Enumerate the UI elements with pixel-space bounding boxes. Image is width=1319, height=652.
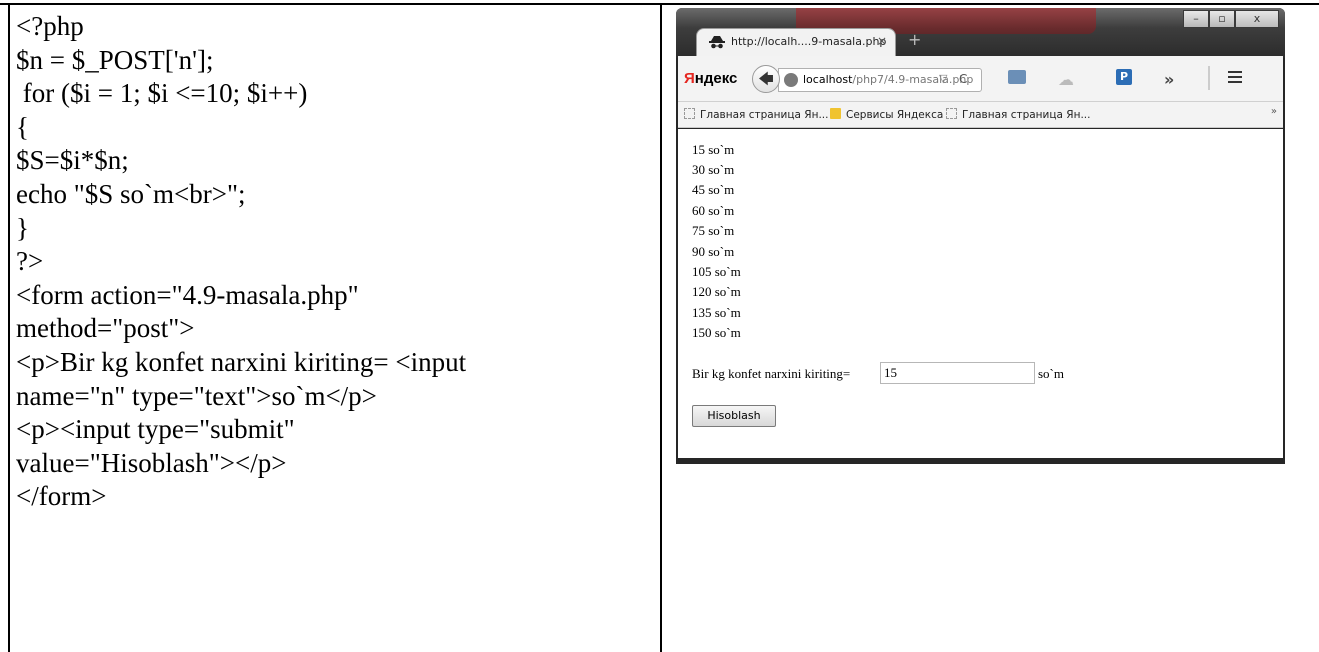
- address-bar[interactable]: localhost/php7/4.9-masala.php ▽ C: [778, 68, 982, 92]
- price-label: Bir kg konfet narxini kiriting=: [692, 366, 851, 381]
- mail-icon[interactable]: [1008, 70, 1026, 84]
- code-line: <p><input type="submit": [16, 414, 295, 445]
- code-line: }: [16, 212, 29, 243]
- output-line: 105 so`m: [692, 264, 741, 279]
- bookmark-label: Главная страница Ян...: [700, 109, 829, 121]
- site-identity-icon[interactable]: [784, 73, 798, 87]
- folder-icon: [830, 108, 841, 119]
- code-line: {: [16, 111, 29, 142]
- output-line: 120 so`m: [692, 284, 741, 299]
- code-line: for ($i = 1; $i <=10; $i++): [16, 78, 308, 109]
- title-bar: – ▫ x http://localh....9-masala.php × +: [676, 8, 1285, 58]
- maximize-button[interactable]: ▫: [1209, 10, 1235, 28]
- tab-close-icon[interactable]: ×: [877, 34, 887, 48]
- reload-icon[interactable]: C: [959, 72, 967, 86]
- code-line: <form action="4.9-masala.php": [16, 279, 359, 310]
- code-line: <p>Bir kg konfet narxini kiriting= <inpu…: [16, 346, 467, 377]
- output-line: 135 so`m: [692, 305, 741, 320]
- bookmark-label: Сервисы Яндекса: [846, 109, 944, 121]
- close-window-button[interactable]: x: [1235, 10, 1279, 28]
- bookmarks-overflow-icon[interactable]: »: [1271, 106, 1277, 117]
- toolbar-separator: [1208, 66, 1210, 90]
- output-line: 30 so`m: [692, 162, 735, 177]
- page-icon: [946, 108, 957, 119]
- page-icon: [684, 108, 695, 119]
- currency-suffix: so`m: [1038, 366, 1064, 381]
- output-line: 90 so`m: [692, 244, 735, 259]
- bookmark-item[interactable]: Главная страница Ян...: [684, 108, 828, 121]
- browser-window: – ▫ x http://localh....9-masala.php × + …: [676, 8, 1285, 464]
- url-host: localhost: [803, 73, 853, 86]
- page-content: 15 so`m 30 so`m 45 so`m 60 so`m 75 so`m …: [678, 129, 1283, 458]
- minimize-button[interactable]: –: [1183, 10, 1209, 28]
- output-line: 45 so`m: [692, 182, 735, 197]
- browser-tab[interactable]: http://localh....9-masala.php ×: [696, 28, 896, 56]
- url-path: /php7/4.9-masala.php: [852, 73, 974, 86]
- calculate-button[interactable]: Hisoblash: [692, 405, 776, 427]
- code-line: <?php: [16, 11, 84, 41]
- code-line: value="Hisoblash"></p>: [16, 447, 287, 478]
- bookmark-item[interactable]: Главная страница Ян...: [946, 108, 1090, 121]
- toolbar-overflow-icon[interactable]: »: [1164, 70, 1174, 89]
- code-line: </form>: [16, 481, 107, 512]
- code-line: ?>: [16, 246, 44, 277]
- weather-icon[interactable]: ☁: [1058, 70, 1074, 89]
- back-arrow-icon: 🡄: [758, 70, 774, 88]
- output-line: 15 so`m: [692, 142, 735, 157]
- bookmark-label: Главная страница Ян...: [962, 109, 1091, 121]
- yandex-logo-text: ндекс: [694, 70, 738, 87]
- back-button[interactable]: 🡄: [752, 65, 780, 93]
- yandex-logo[interactable]: Яндекс: [684, 70, 737, 87]
- url-text: localhost/php7/4.9-masala.php: [803, 73, 973, 86]
- code-line: method="post">: [16, 313, 195, 344]
- window-controls: – ▫ x: [1183, 10, 1279, 28]
- output-line: 60 so`m: [692, 203, 735, 218]
- history-dropdown-icon[interactable]: ▽: [939, 72, 947, 85]
- code-line: $S=$i*$n;: [16, 145, 129, 176]
- bookmark-item[interactable]: Сервисы Яндекса: [830, 108, 943, 121]
- tab-title: http://localh....9-masala.php: [731, 35, 887, 48]
- code-line: echo "$S so`m<br>";: [16, 178, 246, 209]
- code-line: name="n" type="text">so`m</p>: [16, 380, 377, 411]
- navigation-bar: Яндекс localhost/php7/4.9-masala.php ▽ C…: [678, 56, 1283, 102]
- new-tab-button[interactable]: +: [908, 30, 921, 49]
- output-line: 75 so`m: [692, 223, 735, 238]
- table-left-border: [8, 3, 10, 652]
- price-input[interactable]: 15: [880, 362, 1035, 384]
- pocket-icon[interactable]: P: [1116, 69, 1132, 85]
- output-line: 150 so`m: [692, 325, 741, 340]
- php-code-listing: <?php $n = $_POST['n']; for ($i = 1; $i …: [16, 10, 656, 514]
- bookmarks-bar: Главная страница Ян... Сервисы Яндекса Г…: [678, 102, 1283, 128]
- incognito-icon: [709, 36, 725, 49]
- yandex-logo-letter: Я: [684, 70, 695, 87]
- menu-icon[interactable]: [1228, 71, 1242, 83]
- table-column-divider: [660, 3, 662, 652]
- code-line: $n = $_POST['n'];: [16, 44, 214, 75]
